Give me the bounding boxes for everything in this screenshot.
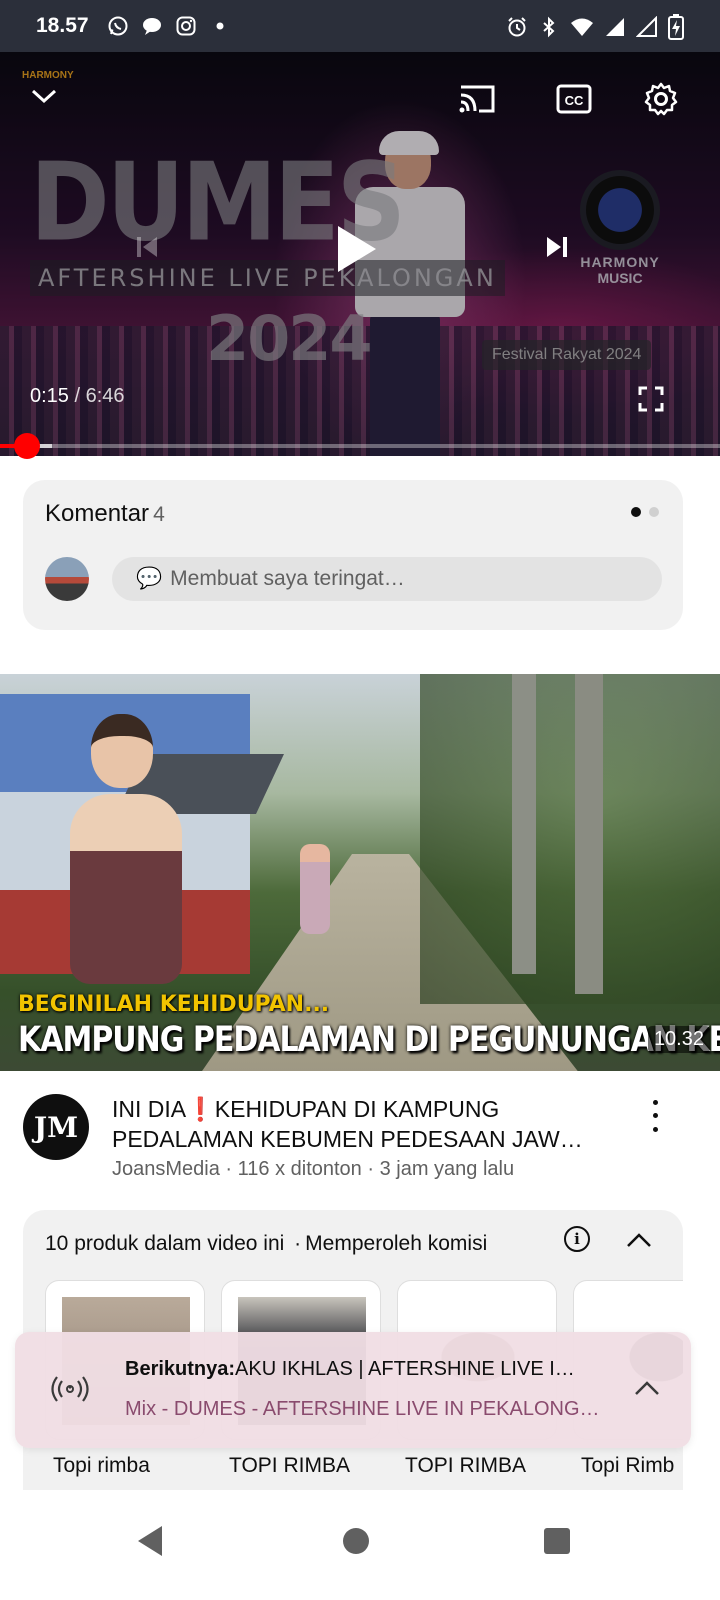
chevron-down-icon[interactable]	[28, 80, 60, 112]
mix-radio-icon	[51, 1374, 89, 1404]
video-info[interactable]: JM INI DIA❗KEHIDUPAN DI KAMPUNG PEDALAMA…	[0, 1090, 720, 1200]
woman-figure	[65, 714, 185, 984]
up-next-title: Berikutnya:AKU IKHLAS | AFTERSHINE LIVE …	[125, 1358, 575, 1380]
current-time: 0:15	[30, 385, 69, 407]
channel-name: JoansMedia	[112, 1158, 220, 1180]
next-icon[interactable]	[542, 232, 572, 262]
speech-bubble-icon: 💬	[136, 567, 163, 590]
settings-gear-icon[interactable]	[642, 80, 680, 118]
up-next-label: Berikutnya:	[125, 1358, 236, 1380]
battery-charging-icon	[668, 14, 684, 45]
video-duration-badge: 10.32	[647, 1026, 710, 1053]
previous-icon[interactable]	[132, 232, 162, 262]
alarm-icon	[506, 16, 528, 43]
up-next-banner[interactable]: Berikutnya:AKU IKHLAS | AFTERSHINE LIVE …	[15, 1332, 691, 1448]
bluetooth-icon	[538, 16, 560, 43]
view-count: 116 x ditonton	[237, 1158, 362, 1180]
video-player[interactable]: HARMONY DUMES AFTERSHINE LIVE PEKALONGAN…	[0, 52, 720, 456]
products-header: 10 produk dalam video ini · Memperoleh ko…	[45, 1232, 488, 1255]
comment-placeholder: Membuat saya teringat…	[170, 567, 405, 590]
thumbnail-caption-main: KAMPUNG PEDALAMAN DI PEGUNUNGAN KEBUMEN	[18, 1020, 720, 1061]
child-figure	[300, 844, 330, 934]
product-label[interactable]: TOPI RIMBA	[397, 1454, 557, 1478]
video-meta: JoansMedia · 116 x ditonton · 3 jam yang…	[112, 1158, 515, 1180]
fullscreen-icon[interactable]	[636, 384, 666, 414]
home-icon[interactable]	[340, 1524, 372, 1563]
thumbnail-caption-top: BEGINILAH KEHIDUPAN...	[18, 992, 330, 1017]
info-icon[interactable]: i	[564, 1226, 590, 1252]
progress-bar[interactable]	[0, 433, 720, 459]
time-readout: 0:15 / 6:46	[30, 385, 125, 408]
product-labels: Topi rimba TOPI RIMBA TOPI RIMBA Topi Ri…	[45, 1454, 683, 1478]
product-label[interactable]: Topi rimba	[45, 1454, 205, 1478]
system-nav-bar	[0, 1490, 720, 1600]
product-label[interactable]: Topi Rimb	[573, 1454, 683, 1478]
status-time: 18.57	[36, 14, 89, 37]
comments-count: 4	[153, 503, 165, 526]
more-options-icon[interactable]	[640, 1096, 670, 1136]
play-icon[interactable]	[330, 222, 382, 276]
comments-header: Komentar 4	[45, 500, 165, 528]
chevron-up-icon[interactable]	[632, 1374, 662, 1404]
wifi-icon	[570, 16, 594, 43]
chevron-up-icon[interactable]	[624, 1226, 654, 1256]
chat-bubble-icon	[141, 15, 163, 37]
products-count-label: 10 produk dalam video ini	[45, 1232, 285, 1255]
comments-card[interactable]: Komentar 4 💬 Membuat saya teringat…	[23, 480, 683, 630]
commission-label: Memperoleh komisi	[305, 1232, 488, 1255]
channel-avatar[interactable]: JM	[23, 1094, 89, 1160]
recents-icon[interactable]	[541, 1524, 573, 1563]
scrubber-handle[interactable]	[13, 433, 40, 459]
instagram-icon	[175, 15, 197, 37]
signal-icon	[635, 15, 658, 43]
carousel-dots	[631, 507, 659, 517]
playlist-name: Mix - DUMES - AFTERSHINE LIVE IN PEKALON…	[125, 1398, 600, 1420]
cast-icon[interactable]	[456, 82, 498, 116]
captions-icon[interactable]: CC	[555, 82, 593, 116]
total-duration: 6:46	[85, 385, 125, 407]
status-bar: 18.57	[0, 0, 720, 52]
dot-icon	[209, 15, 231, 37]
video-thumbnail[interactable]: BEGINILAH KEHIDUPAN... KAMPUNG PEDALAMAN…	[0, 674, 720, 1071]
user-avatar[interactable]	[45, 557, 89, 601]
carousel-dot-active	[631, 507, 641, 517]
video-title[interactable]: INI DIA❗KEHIDUPAN DI KAMPUNG PEDALAMAN K…	[112, 1094, 612, 1154]
comments-label: Komentar	[45, 500, 150, 527]
time-separator: /	[68, 385, 86, 407]
whatsapp-icon	[107, 15, 129, 37]
carousel-dot	[649, 507, 659, 517]
back-icon[interactable]	[134, 1524, 166, 1563]
comment-input[interactable]: 💬 Membuat saya teringat…	[112, 557, 662, 601]
svg-text:CC: CC	[565, 93, 584, 108]
product-label[interactable]: TOPI RIMBA	[221, 1454, 381, 1478]
upload-age: 3 jam yang lalu	[379, 1158, 515, 1180]
signal-icon	[604, 16, 626, 43]
